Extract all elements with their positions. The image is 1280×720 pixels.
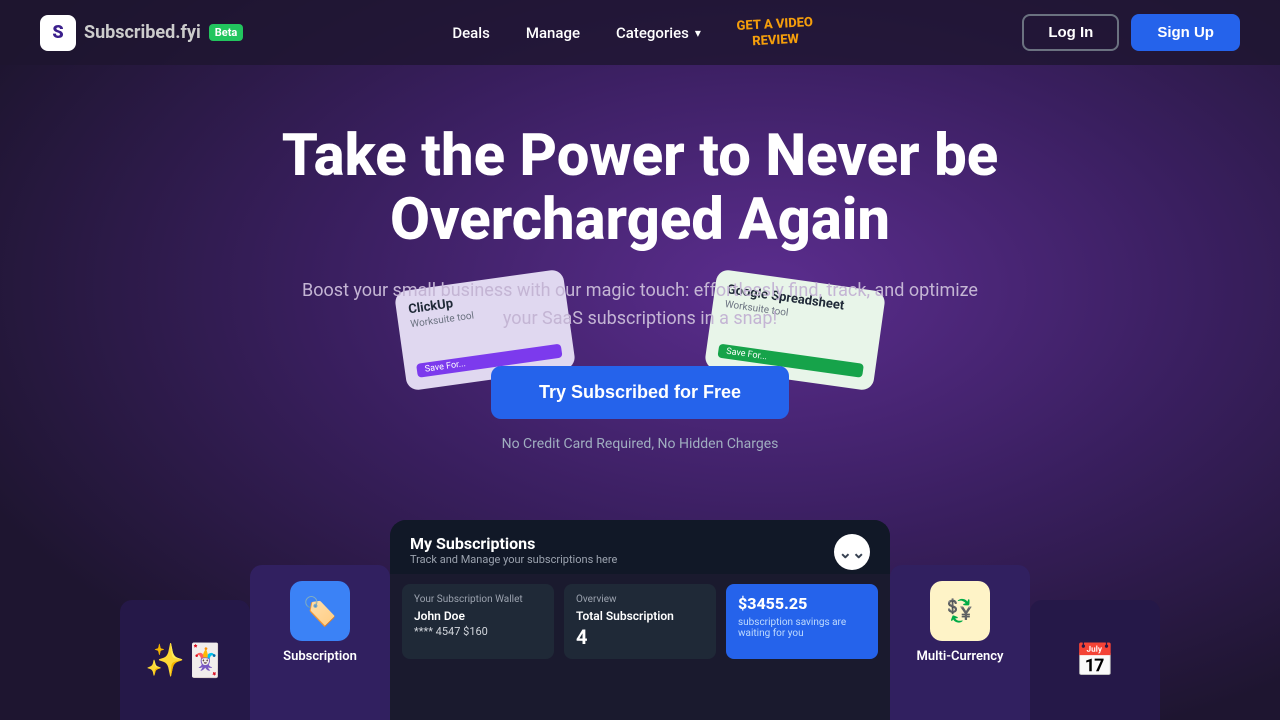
hero-note: No Credit Card Required, No Hidden Charg… [502, 436, 779, 452]
nav-manage[interactable]: Manage [526, 24, 580, 42]
savings-panel: $3455.25 subscription savings are waitin… [726, 584, 878, 659]
nav-actions: Log In Sign Up [1022, 14, 1240, 51]
calendar-icon: 📅 [1075, 641, 1115, 679]
center-card-body: Your Subscription Wallet John Doe **** 4… [390, 574, 890, 669]
center-card-header: My Subscriptions Track and Manage your s… [390, 520, 890, 574]
logo[interactable]: S Subscribed.fyi Beta [40, 15, 243, 51]
hero-section: Take the Power to Never be Overcharged A… [0, 65, 1280, 482]
side-card-left: 🏷️ Subscription [250, 565, 390, 720]
logo-icon: S [40, 15, 76, 51]
logo-text: Subscribed.fyi [84, 22, 201, 43]
nav-deals[interactable]: Deals [452, 24, 489, 42]
nav-categories-link[interactable]: Categories [616, 24, 689, 42]
outer-card-right: 📅 [1030, 600, 1160, 720]
hero-subtitle: Boost your small business with our magic… [290, 277, 990, 335]
wallet-panel: Your Subscription Wallet John Doe **** 4… [402, 584, 554, 659]
cards-row: ✨🃏 🏷️ Subscription My Subscriptions Trac… [0, 520, 1280, 720]
cta-button[interactable]: Try Subscribed for Free [491, 366, 789, 419]
hero-title: Take the Power to Never be Overcharged A… [20, 125, 1260, 253]
side-card-right: 💱 Multi-Currency [890, 565, 1030, 720]
outer-card-left: ✨🃏 [120, 600, 250, 720]
chevron-double-down-icon[interactable]: ⌄⌄ [834, 534, 870, 570]
chevron-down-icon: ▾ [695, 26, 701, 40]
video-review-link[interactable]: GET A VIDEO REVIEW [736, 15, 814, 50]
login-button[interactable]: Log In [1022, 14, 1119, 51]
beta-badge: Beta [209, 24, 244, 41]
sparkle-icon: ✨🃏 [145, 641, 225, 679]
signup-button[interactable]: Sign Up [1131, 14, 1240, 51]
nav-categories[interactable]: Categories ▾ [616, 24, 701, 42]
center-subscriptions-card[interactable]: My Subscriptions Track and Manage your s… [390, 520, 890, 720]
overview-panel: Overview Total Subscription 4 [564, 584, 716, 659]
navbar: S Subscribed.fyi Beta Deals Manage Categ… [0, 0, 1280, 65]
nav-links: Deals Manage Categories ▾ GET A VIDEO RE… [452, 17, 813, 48]
subscription-icon-left: 🏷️ [290, 581, 350, 641]
currency-icon: 💱 [930, 581, 990, 641]
